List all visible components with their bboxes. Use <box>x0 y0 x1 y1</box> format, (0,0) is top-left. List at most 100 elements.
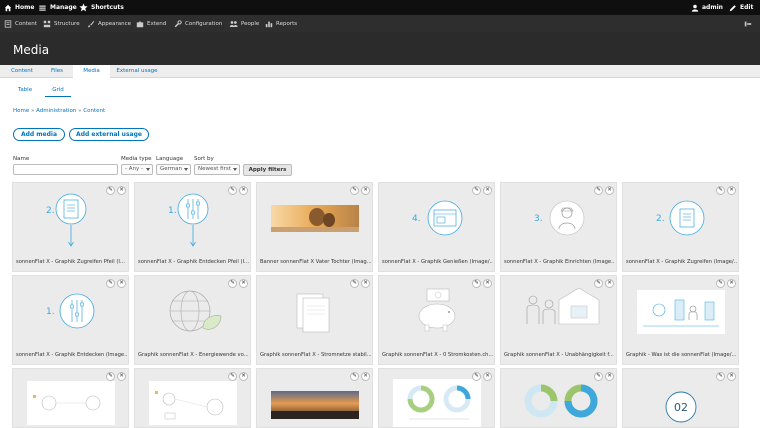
tab-media[interactable]: Media <box>73 65 110 79</box>
apply-filters-button[interactable]: Apply filters <box>243 164 292 176</box>
media-card[interactable]: 02 ✎ ✕ <box>622 368 739 428</box>
media-caption[interactable]: Graphik sonnenFlat X - Unabhängigkeit f.… <box>504 352 615 358</box>
media-card[interactable]: ✎ ✕ Graphik sonnenFlat X - 0 Stromkosten.c… <box>378 275 495 365</box>
media-caption[interactable]: sonnenFlat X - Graphik Einrichten (Image… <box>504 259 615 265</box>
remove-media-button[interactable]: ✕ <box>727 372 736 381</box>
remove-media-button[interactable]: ✕ <box>727 279 736 288</box>
tray-item-content[interactable]: Content <box>4 15 37 32</box>
edit-media-button[interactable]: ✎ <box>716 186 725 195</box>
media-card[interactable]: ✎ ✕ <box>12 368 129 428</box>
media-card[interactable]: ✎ ✕ <box>378 368 495 428</box>
tab-external-usage[interactable]: External usage <box>112 65 162 78</box>
edit-media-button[interactable]: ✎ <box>472 372 481 381</box>
edit-media-button[interactable]: ✎ <box>350 186 359 195</box>
edit-media-button[interactable]: ✎ <box>350 372 359 381</box>
edit-media-button[interactable]: ✎ <box>716 279 725 288</box>
edit-media-button[interactable]: ✎ <box>106 186 115 195</box>
edit-media-button[interactable]: ✎ <box>106 279 115 288</box>
media-card[interactable]: ✎ ✕ Graphik - Was ist die sonnenFlat (Imag… <box>622 275 739 365</box>
language-value: German <box>160 166 183 172</box>
remove-media-button[interactable]: ✕ <box>117 186 126 195</box>
media-caption[interactable]: Banner sonnenFlat X Vater Tochter (Imag.… <box>260 259 371 265</box>
remove-media-button[interactable]: ✕ <box>239 279 248 288</box>
remove-media-button[interactable]: ✕ <box>361 279 370 288</box>
remove-media-button[interactable]: ✕ <box>483 372 492 381</box>
media-caption[interactable]: sonnenFlat X - Graphik Entdecken (Image.… <box>16 352 127 358</box>
remove-media-button[interactable]: ✕ <box>117 279 126 288</box>
tray-item-people[interactable]: People <box>229 15 259 32</box>
media-caption[interactable]: sonnenFlat X - Graphik Zugreifen Pfeil (… <box>16 259 127 265</box>
edit-media-button[interactable]: ✎ <box>228 279 237 288</box>
toolbar-shortcuts[interactable]: Shortcuts <box>79 0 124 15</box>
tab-content[interactable]: Content <box>4 65 40 78</box>
edit-media-button[interactable]: ✎ <box>350 279 359 288</box>
media-caption[interactable]: Graphik sonnenFlat X - Energiewende vo..… <box>138 352 249 358</box>
remove-media-button[interactable]: ✕ <box>605 279 614 288</box>
edit-media-button[interactable]: ✎ <box>472 279 481 288</box>
chevron-down-icon <box>233 168 237 171</box>
tray-item-reports[interactable]: Reports <box>265 15 297 32</box>
breadcrumb-content[interactable]: Content <box>83 108 105 114</box>
tray-orientation-toggle[interactable] <box>744 15 752 32</box>
media-caption[interactable]: sonnenFlat X - Graphik Genießen (Image/.… <box>382 259 493 265</box>
remove-media-button[interactable]: ✕ <box>239 372 248 381</box>
media-card[interactable]: 2. ✎ ✕ sonnenFlat X - Graphik Zugreifen Pfe… <box>12 182 129 272</box>
media-card[interactable]: ✎ ✕ Graphik sonnenFlat X - Unabhängigkeit … <box>500 275 617 365</box>
remove-media-button[interactable]: ✕ <box>605 186 614 195</box>
media-caption[interactable]: sonnenFlat X - Graphik Zugreifen (Image/… <box>626 259 737 265</box>
toolbar-manage[interactable]: Manage <box>38 0 77 15</box>
media-card[interactable]: ✎ ✕ <box>256 368 373 428</box>
toolbar-home[interactable]: Home <box>4 0 34 15</box>
edit-media-button[interactable]: ✎ <box>594 279 603 288</box>
media-card[interactable]: ✎ ✕ <box>500 368 617 428</box>
remove-media-button[interactable]: ✕ <box>117 372 126 381</box>
remove-media-button[interactable]: ✕ <box>239 186 248 195</box>
media-card[interactable]: ✎ ✕ Graphik sonnenFlat X - Stromnetze stab… <box>256 275 373 365</box>
remove-media-button[interactable]: ✕ <box>483 186 492 195</box>
media-card[interactable]: ✎ ✕ Banner sonnenFlat X Vater Tochter (Ima… <box>256 182 373 272</box>
subtab-table[interactable]: Table <box>12 84 38 97</box>
menu-icon <box>39 5 46 11</box>
breadcrumb-separator: » <box>78 108 82 114</box>
media-card[interactable]: 2. ✎ ✕ sonnenFlat X - Graphik Zugreifen (Im… <box>622 182 739 272</box>
media-type-value: - Any - <box>125 166 143 172</box>
tray-item-configuration[interactable]: Configuration <box>174 15 222 32</box>
edit-media-button[interactable]: ✎ <box>594 372 603 381</box>
toolbar-edit[interactable]: Edit <box>729 0 753 15</box>
breadcrumb-home[interactable]: Home <box>13 108 29 114</box>
media-type-select[interactable]: - Any - <box>121 164 153 175</box>
tab-files[interactable]: Files <box>42 65 72 78</box>
media-caption[interactable]: Graphik - Was ist die sonnenFlat (Image/… <box>626 352 737 358</box>
media-card[interactable]: 4. ✎ ✕ sonnenFlat X - Graphik Genießen (Ima… <box>378 182 495 272</box>
media-card[interactable]: 1. ✎ ✕ sonnenFlat X - Graphik Entdecken Pfe… <box>134 182 251 272</box>
media-card[interactable]: ✎ ✕ <box>134 368 251 428</box>
remove-media-button[interactable]: ✕ <box>727 186 736 195</box>
edit-media-button[interactable]: ✎ <box>716 372 725 381</box>
media-card[interactable]: ✎ ✕ Graphik sonnenFlat X - Energiewende vo… <box>134 275 251 365</box>
remove-media-button[interactable]: ✕ <box>483 279 492 288</box>
sort-by-select[interactable]: Newest first <box>194 164 240 175</box>
edit-media-button[interactable]: ✎ <box>228 372 237 381</box>
tray-item-appearance[interactable]: Appearance <box>87 15 131 32</box>
media-caption[interactable]: sonnenFlat X - Graphik Entdecken Pfeil (… <box>138 259 249 265</box>
name-filter-input[interactable] <box>13 164 118 175</box>
tray-item-extend[interactable]: Extend <box>136 15 166 32</box>
breadcrumb-administration[interactable]: Administration <box>36 108 76 114</box>
remove-media-button[interactable]: ✕ <box>361 372 370 381</box>
remove-media-button[interactable]: ✕ <box>605 372 614 381</box>
media-caption[interactable]: Graphik sonnenFlat X - 0 Stromkosten.ch.… <box>382 352 493 358</box>
remove-media-button[interactable]: ✕ <box>361 186 370 195</box>
add-external-usage-button[interactable]: Add external usage <box>69 128 149 141</box>
add-media-button[interactable]: Add media <box>13 128 65 141</box>
media-card[interactable]: 3. ✎ ✕ sonnenFlat X - Graphik Einrichten (I… <box>500 182 617 272</box>
media-caption[interactable]: Graphik sonnenFlat X - Stromnetze stabil… <box>260 352 371 358</box>
language-select[interactable]: German <box>156 164 191 175</box>
edit-media-button[interactable]: ✎ <box>472 186 481 195</box>
edit-media-button[interactable]: ✎ <box>594 186 603 195</box>
media-card[interactable]: 1. ✎ ✕ sonnenFlat X - Graphik Entdecken (Im… <box>12 275 129 365</box>
tray-item-structure[interactable]: Structure <box>43 15 80 32</box>
edit-media-button[interactable]: ✎ <box>228 186 237 195</box>
toolbar-user[interactable]: admin <box>691 0 723 15</box>
edit-media-button[interactable]: ✎ <box>106 372 115 381</box>
subtab-grid[interactable]: Grid <box>45 84 71 97</box>
